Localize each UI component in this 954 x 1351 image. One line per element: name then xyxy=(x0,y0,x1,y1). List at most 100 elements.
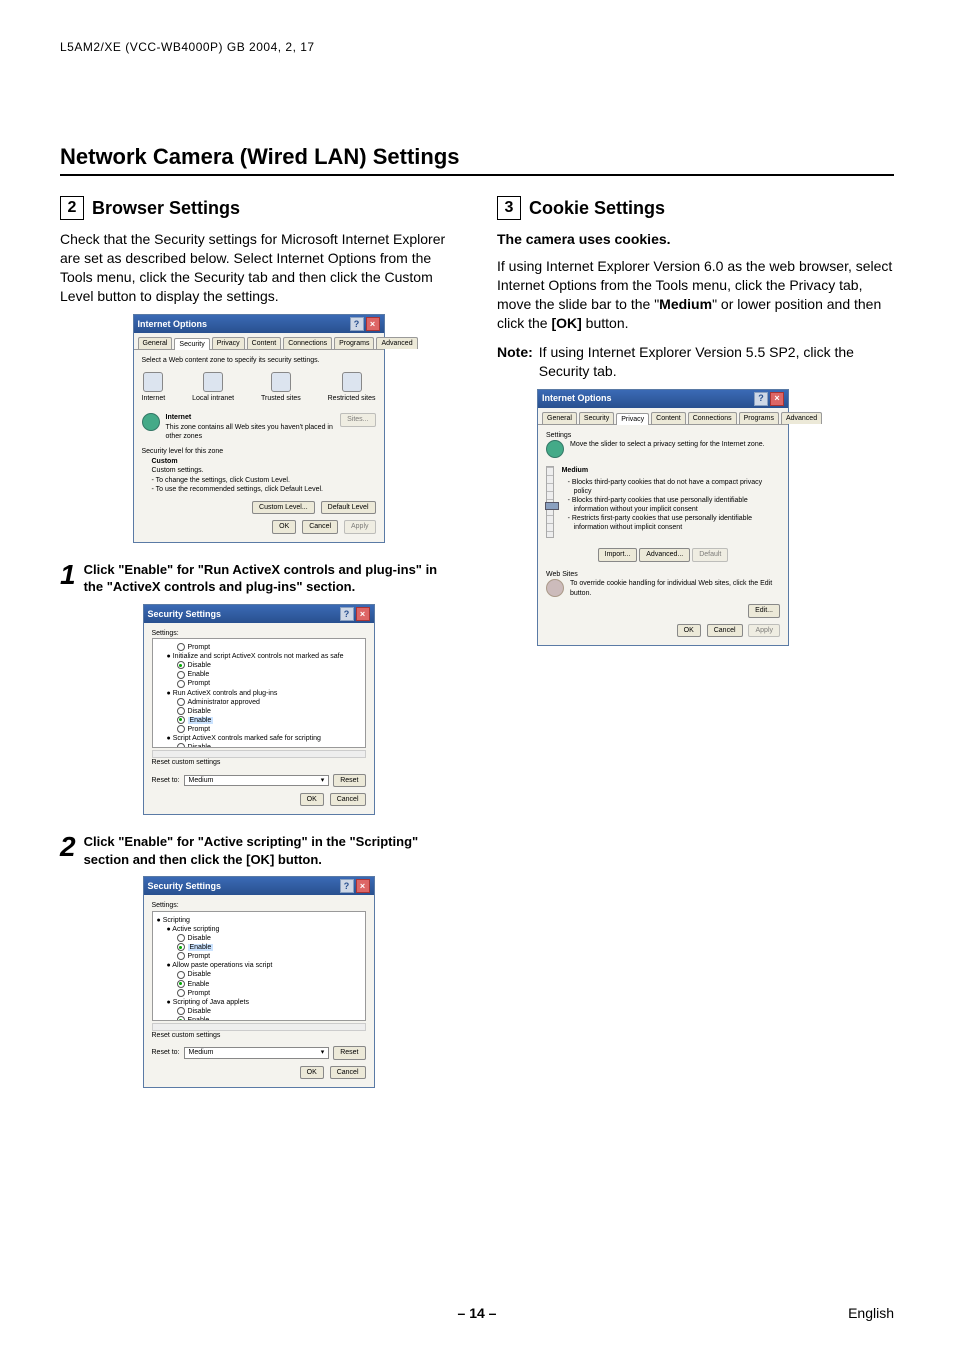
privacy-move-text: Move the slider to select a privacy sett… xyxy=(570,440,765,449)
page-title: Network Camera (Wired LAN) Settings xyxy=(60,144,894,170)
privacy-level-label: Medium xyxy=(562,466,780,475)
reset-button[interactable]: Reset xyxy=(333,1046,365,1059)
help-icon[interactable]: ? xyxy=(754,392,768,406)
default-button: Default xyxy=(692,548,728,561)
cookie-intro: If using Internet Explorer Version 6.0 a… xyxy=(497,257,894,333)
tab-connections[interactable]: Connections xyxy=(283,337,332,349)
security-settings-dialog-scripting: Security Settings ? × Settings: ● Script… xyxy=(143,876,375,1088)
scripting-settings-list[interactable]: ● Scripting ● Active scripting Disable E… xyxy=(152,911,366,1021)
section-number-box: 2 xyxy=(60,196,84,220)
tab-privacy[interactable]: Privacy xyxy=(616,413,649,425)
security-level-label: Security level for this zone xyxy=(142,447,376,456)
reset-to-label: Reset to: xyxy=(152,776,180,785)
web-sites-text: To override cookie handling for individu… xyxy=(570,579,780,598)
left-column: 2 Browser Settings Check that the Securi… xyxy=(60,196,457,1106)
ss-title: Security Settings xyxy=(148,608,222,620)
default-level-button[interactable]: Default Level xyxy=(321,501,376,514)
zone-internet[interactable]: Internet xyxy=(142,372,166,403)
privacy-settings-icon xyxy=(546,440,564,458)
close-icon[interactable]: × xyxy=(356,607,370,621)
security-settings-dialog-activex: Security Settings ? × Settings: Prompt ●… xyxy=(143,604,375,816)
slider-thumb-icon[interactable] xyxy=(545,502,559,510)
step-2-number: 2 xyxy=(60,833,76,868)
cookie-subhead: The camera uses cookies. xyxy=(497,230,894,249)
browser-intro: Check that the Security settings for Mic… xyxy=(60,230,457,306)
ok-button[interactable]: OK xyxy=(677,624,701,637)
title-underline xyxy=(60,174,894,176)
ok-button[interactable]: OK xyxy=(300,1066,324,1079)
reset-custom-label: Reset custom settings xyxy=(152,758,366,767)
tab-security[interactable]: Security xyxy=(579,412,614,424)
zone-instruction: Select a Web content zone to specify its… xyxy=(142,356,376,365)
footer-language: English xyxy=(848,1305,894,1321)
cancel-button[interactable]: Cancel xyxy=(330,793,366,806)
io-tabs: General Security Privacy Content Connect… xyxy=(134,333,384,350)
reset-button[interactable]: Reset xyxy=(333,774,365,787)
io-title: Internet Options xyxy=(542,392,612,404)
privacy-slider[interactable] xyxy=(546,466,554,538)
trusted-sites-icon xyxy=(271,372,291,392)
tab-connections[interactable]: Connections xyxy=(688,412,737,424)
internet-zone-desc: This zone contains all Web sites you hav… xyxy=(166,423,335,442)
reset-to-combo[interactable]: Medium▾ xyxy=(184,775,330,786)
advanced-button[interactable]: Advanced... xyxy=(639,548,690,561)
web-sites-label: Web Sites xyxy=(546,570,780,579)
zone-restricted[interactable]: Restricted sites xyxy=(328,372,376,403)
custom-line3: - To use the recommended settings, click… xyxy=(152,485,376,494)
help-icon[interactable]: ? xyxy=(340,879,354,893)
h-scrollbar[interactable] xyxy=(152,750,366,758)
reset-custom-label: Reset custom settings xyxy=(152,1031,366,1040)
help-icon[interactable]: ? xyxy=(340,607,354,621)
step-2-text: Click "Enable" for "Active scripting" in… xyxy=(84,833,457,868)
step-1-number: 1 xyxy=(60,561,76,596)
internet-options-privacy-dialog: Internet Options ? × General Security Pr… xyxy=(537,389,789,647)
ok-button[interactable]: OK xyxy=(300,793,324,806)
step-1-text: Click "Enable" for "Run ActiveX controls… xyxy=(84,561,457,596)
h-scrollbar[interactable] xyxy=(152,1023,366,1031)
help-icon[interactable]: ? xyxy=(350,317,364,331)
cancel-button[interactable]: Cancel xyxy=(330,1066,366,1079)
tab-programs[interactable]: Programs xyxy=(334,337,374,349)
section-title: Cookie Settings xyxy=(529,196,665,220)
reset-to-combo[interactable]: Medium▾ xyxy=(184,1047,330,1058)
tab-security[interactable]: Security xyxy=(174,338,209,350)
custom-level-button[interactable]: Custom Level... xyxy=(252,501,315,514)
tab-general[interactable]: General xyxy=(138,337,173,349)
globe-icon xyxy=(143,372,163,392)
apply-button: Apply xyxy=(344,520,376,533)
ok-button[interactable]: OK xyxy=(272,520,296,533)
close-icon[interactable]: × xyxy=(770,392,784,406)
tab-content[interactable]: Content xyxy=(651,412,686,424)
tab-advanced[interactable]: Advanced xyxy=(781,412,822,424)
privacy-bullet-1: Blocks third-party cookies that do not h… xyxy=(574,478,780,496)
activex-settings-list[interactable]: Prompt ● Initialize and script ActiveX c… xyxy=(152,638,366,748)
close-icon[interactable]: × xyxy=(366,317,380,331)
section-title: Browser Settings xyxy=(92,196,240,220)
tab-content[interactable]: Content xyxy=(247,337,282,349)
io-title: Internet Options xyxy=(138,318,208,330)
document-id: L5AM2/XE (VCC-WB4000P) GB 2004, 2, 17 xyxy=(60,40,894,54)
settings-label: Settings: xyxy=(152,901,366,910)
tab-privacy[interactable]: Privacy xyxy=(212,337,245,349)
tab-general[interactable]: General xyxy=(542,412,577,424)
section-number-box: 3 xyxy=(497,196,521,220)
edit-button[interactable]: Edit... xyxy=(748,604,780,617)
tab-advanced[interactable]: Advanced xyxy=(376,337,417,349)
zone-trusted[interactable]: Trusted sites xyxy=(261,372,301,403)
ss-title: Security Settings xyxy=(148,880,222,892)
internet-zone-label: Internet xyxy=(166,413,335,422)
close-icon[interactable]: × xyxy=(356,879,370,893)
local-intranet-icon xyxy=(203,372,223,392)
internet-zone-globe-icon xyxy=(142,413,160,431)
note-label: Note: xyxy=(497,343,533,381)
web-sites-icon xyxy=(546,579,564,597)
zone-local[interactable]: Local intranet xyxy=(192,372,234,403)
cancel-button[interactable]: Cancel xyxy=(302,520,338,533)
reset-to-label: Reset to: xyxy=(152,1048,180,1057)
privacy-bullet-2: Blocks third-party cookies that use pers… xyxy=(574,496,780,514)
import-button[interactable]: Import... xyxy=(598,548,638,561)
note-text: If using Internet Explorer Version 5.5 S… xyxy=(539,343,894,381)
cancel-button[interactable]: Cancel xyxy=(707,624,743,637)
tab-programs[interactable]: Programs xyxy=(739,412,779,424)
internet-options-security-dialog: Internet Options ? × General Security Pr… xyxy=(133,314,385,543)
